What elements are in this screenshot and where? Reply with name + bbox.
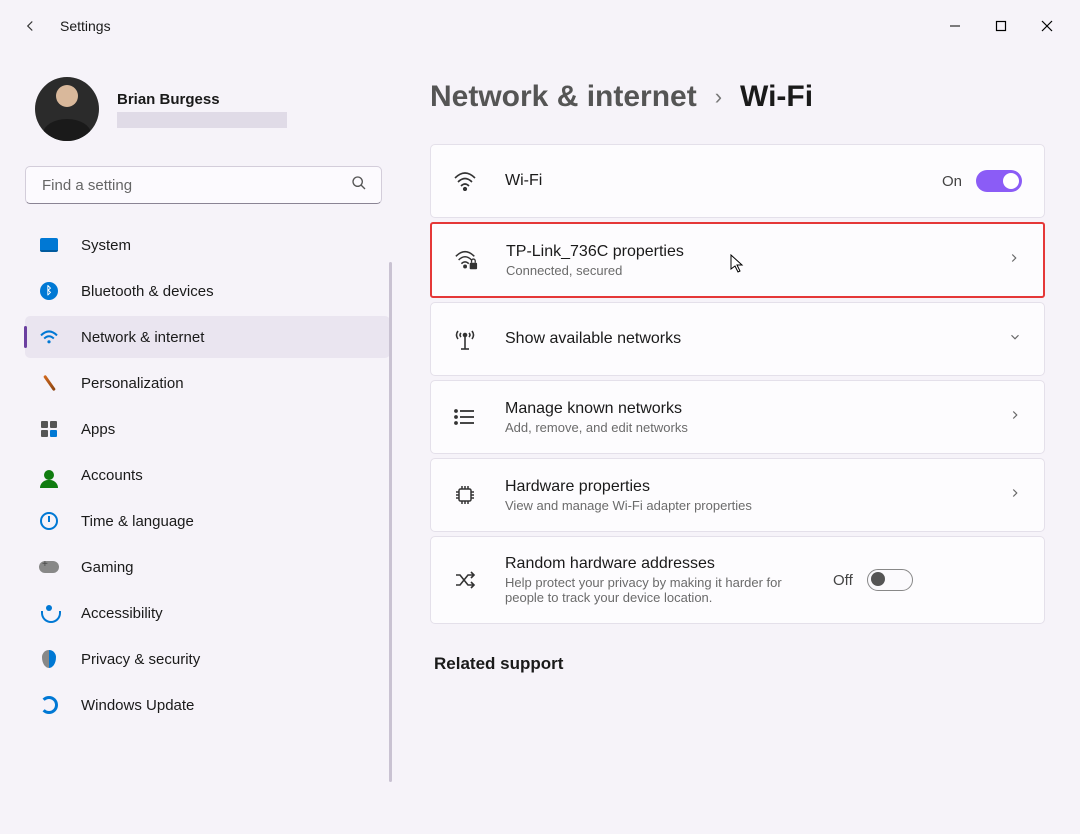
wifi-icon [39, 327, 59, 347]
sidebar-item-accounts[interactable]: Accounts [25, 454, 390, 496]
shield-icon [39, 649, 59, 669]
card-wifi-toggle: Wi-Fi On [430, 144, 1045, 218]
sidebar: Brian Burgess System ᛒ Bluetooth & devic… [0, 52, 395, 834]
card-subtitle: Help protect your privacy by making it h… [505, 575, 805, 605]
chip-icon [453, 484, 477, 506]
card-title: Random hardware addresses [505, 555, 805, 573]
sidebar-item-accessibility[interactable]: Accessibility [25, 592, 390, 634]
sidebar-item-system[interactable]: System [25, 224, 390, 266]
sidebar-item-label: Privacy & security [81, 651, 200, 668]
sidebar-item-label: System [81, 237, 131, 254]
sidebar-item-label: Windows Update [81, 697, 194, 714]
card-subtitle: Connected, secured [506, 263, 979, 278]
nav-list: System ᛒ Bluetooth & devices Network & i… [25, 224, 390, 726]
main-pane: Network & internet › Wi-Fi Wi-Fi On [395, 52, 1080, 834]
sidebar-item-update[interactable]: Windows Update [25, 684, 390, 726]
bluetooth-icon: ᛒ [39, 281, 59, 301]
brush-icon [39, 373, 59, 393]
back-button[interactable] [10, 6, 50, 46]
chevron-right-icon: › [715, 84, 722, 110]
search-input[interactable] [40, 176, 351, 195]
sidebar-item-label: Bluetooth & devices [81, 283, 214, 300]
minimize-button[interactable] [932, 10, 978, 42]
sidebar-item-bluetooth[interactable]: ᛒ Bluetooth & devices [25, 270, 390, 312]
sidebar-item-apps[interactable]: Apps [25, 408, 390, 450]
title-bar: Settings [0, 0, 1080, 52]
avatar [35, 77, 99, 141]
apps-icon [39, 419, 59, 439]
chevron-down-icon [1008, 330, 1022, 349]
card-hardware-properties[interactable]: Hardware properties View and manage Wi-F… [430, 458, 1045, 532]
display-icon [39, 235, 59, 255]
update-icon [39, 695, 59, 715]
wifi-lock-icon [454, 249, 478, 271]
toggle-label: On [942, 173, 962, 190]
toggle-label: Off [833, 572, 853, 589]
card-random-hardware: Random hardware addresses Help protect y… [430, 536, 1045, 624]
sidebar-item-label: Accounts [81, 467, 143, 484]
chevron-right-icon [1007, 251, 1021, 270]
card-title: TP-Link_736C properties [506, 243, 979, 261]
sidebar-item-label: Network & internet [81, 329, 204, 346]
profile-block[interactable]: Brian Burgess [35, 77, 390, 141]
card-known-networks[interactable]: Manage known networks Add, remove, and e… [430, 380, 1045, 454]
clock-icon [39, 511, 59, 531]
breadcrumb-parent[interactable]: Network & internet [430, 80, 697, 114]
search-box[interactable] [25, 166, 382, 204]
shuffle-icon [453, 570, 477, 590]
card-title: Manage known networks [505, 400, 980, 418]
person-icon [39, 465, 59, 485]
sidebar-item-network[interactable]: Network & internet [25, 316, 390, 358]
sidebar-item-personalization[interactable]: Personalization [25, 362, 390, 404]
wifi-icon [453, 171, 477, 191]
breadcrumb: Network & internet › Wi-Fi [430, 80, 1045, 114]
gamepad-icon [39, 557, 59, 577]
antenna-icon [453, 327, 477, 351]
profile-name: Brian Burgess [117, 91, 287, 108]
card-subtitle: View and manage Wi-Fi adapter properties [505, 498, 980, 513]
random-mac-toggle[interactable] [867, 569, 913, 591]
card-title: Hardware properties [505, 478, 980, 496]
card-network-properties[interactable]: TP-Link_736C properties Connected, secur… [430, 222, 1045, 298]
card-subtitle: Add, remove, and edit networks [505, 420, 980, 435]
search-icon [351, 175, 367, 196]
sidebar-item-label: Personalization [81, 375, 184, 392]
breadcrumb-current: Wi-Fi [740, 80, 813, 114]
window-controls [932, 10, 1070, 42]
card-available-networks[interactable]: Show available networks [430, 302, 1045, 376]
list-icon [453, 408, 477, 426]
window-title: Settings [60, 18, 111, 34]
sidebar-item-label: Apps [81, 421, 115, 438]
sidebar-item-privacy[interactable]: Privacy & security [25, 638, 390, 680]
sidebar-item-label: Accessibility [81, 605, 163, 622]
wifi-toggle[interactable] [976, 170, 1022, 192]
sidebar-item-time[interactable]: Time & language [25, 500, 390, 542]
profile-email-redacted [117, 112, 287, 128]
sidebar-item-label: Time & language [81, 513, 194, 530]
card-title: Wi-Fi [505, 172, 914, 190]
chevron-right-icon [1008, 408, 1022, 427]
sidebar-item-label: Gaming [81, 559, 134, 576]
card-title: Show available networks [505, 330, 980, 348]
chevron-right-icon [1008, 486, 1022, 505]
sidebar-item-gaming[interactable]: Gaming [25, 546, 390, 588]
close-button[interactable] [1024, 10, 1070, 42]
scrollbar[interactable] [389, 262, 392, 782]
accessibility-icon [39, 603, 59, 623]
related-support-heading: Related support [434, 654, 1045, 674]
maximize-button[interactable] [978, 10, 1024, 42]
